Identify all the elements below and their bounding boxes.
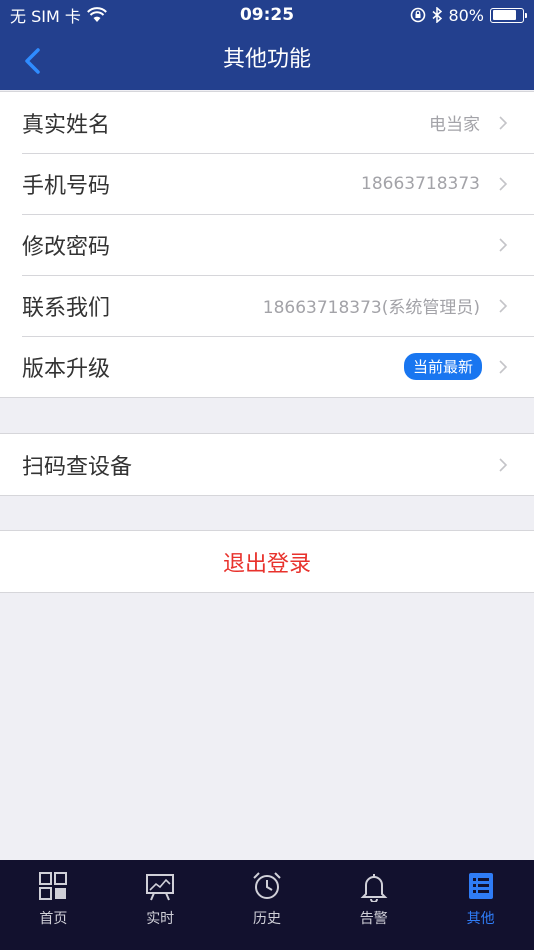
scan-device-label: 扫码查设备 (22, 454, 133, 480)
page-title: 其他功能 (222, 47, 311, 72)
change-password-label: 修改密码 (22, 234, 111, 260)
tab-bar: 首页 实时 历史 告警 其他 (0, 860, 534, 950)
wifi-icon (86, 7, 107, 22)
carrier-label: 无 SIM 卡 (10, 7, 81, 26)
tab-alerts-label: 告警 (359, 911, 388, 927)
settings-group-scan: 扫码查设备 (0, 433, 534, 496)
status-bar: 无 SIM 卡 09:25 80% (0, 0, 534, 30)
bell-icon (360, 874, 388, 902)
version-label: 版本升级 (22, 356, 111, 382)
version-row[interactable]: 版本升级 当前最新 (0, 336, 534, 397)
list-icon (468, 873, 493, 899)
real-name-label: 真实姓名 (22, 112, 111, 138)
tab-other-label: 其他 (466, 911, 495, 927)
contact-value: 18663718373(系统管理员) (262, 298, 480, 318)
chevron-right-icon (499, 115, 508, 130)
real-name-row[interactable]: 真实姓名 电当家 (0, 92, 534, 153)
settings-group-account: 真实姓名 电当家 手机号码 18663718373 修改密码 联系我们 1866… (0, 91, 534, 398)
contact-label: 联系我们 (22, 295, 111, 321)
settings-group-logout: 退出登录 (0, 530, 534, 593)
navigation-bar: 其他功能 (0, 30, 534, 90)
battery-percent: 80% (448, 5, 484, 25)
tab-history-label: 历史 (252, 911, 281, 927)
logout-button[interactable]: 退出登录 (0, 531, 534, 592)
change-password-row[interactable]: 修改密码 (0, 214, 534, 275)
status-right: 80% (410, 5, 527, 25)
phone-label: 手机号码 (22, 173, 111, 199)
tab-realtime-label: 实时 (146, 911, 175, 927)
chevron-right-icon (499, 457, 508, 472)
real-name-value: 电当家 (429, 115, 480, 135)
monitor-icon (146, 874, 175, 901)
scan-device-row[interactable]: 扫码查设备 (0, 434, 534, 495)
battery-icon (490, 7, 527, 23)
tab-realtime[interactable]: 实时 (107, 860, 214, 950)
contact-row[interactable]: 联系我们 18663718373(系统管理员) (0, 275, 534, 336)
chevron-right-icon (499, 237, 508, 252)
tab-other[interactable]: 其他 (427, 860, 534, 950)
battery-fill (492, 10, 516, 20)
bluetooth-icon (432, 7, 443, 23)
orientation-lock-icon (411, 7, 426, 23)
phone-value: 18663718373 (361, 173, 480, 194)
chevron-right-icon (499, 176, 508, 191)
phone-row[interactable]: 手机号码 18663718373 (0, 153, 534, 214)
version-status-badge: 当前最新 (403, 353, 482, 380)
chevron-right-icon (499, 298, 508, 313)
tab-alerts[interactable]: 告警 (320, 860, 427, 950)
chevron-right-icon (499, 359, 508, 374)
tab-history[interactable]: 历史 (214, 860, 321, 950)
alarm-clock-icon (253, 872, 281, 899)
grid-icon (39, 872, 68, 900)
tab-home[interactable]: 首页 (0, 860, 107, 950)
tab-home-label: 首页 (39, 911, 68, 927)
status-left: 无 SIM 卡 (10, 3, 107, 27)
